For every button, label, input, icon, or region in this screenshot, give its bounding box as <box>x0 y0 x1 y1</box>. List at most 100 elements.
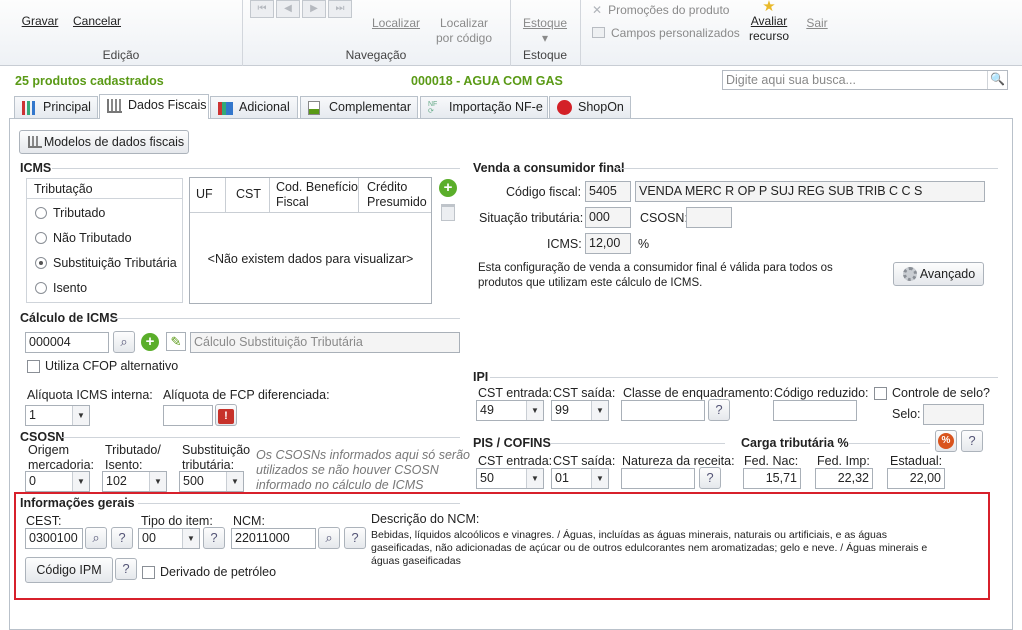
add-icon[interactable]: + <box>439 179 457 197</box>
last-record-icon[interactable]: ⏭ <box>328 0 352 18</box>
warning-shape: ! <box>218 409 234 424</box>
radio-nao-tributado[interactable] <box>35 232 47 244</box>
help-icon[interactable]: ? <box>708 399 730 421</box>
csosn-field[interactable] <box>686 207 732 228</box>
pis-cst-saida-label: CST saída: <box>553 454 616 468</box>
group-edicao-label: Edição <box>102 48 140 62</box>
aliquota-interna-select[interactable]: 1 ▼ <box>25 405 90 426</box>
codigo-fiscal-label: Código fiscal: <box>506 185 582 199</box>
calculo-desc-field[interactable]: Cálculo Substituição Tributária <box>190 332 460 353</box>
pis-cst-saida-select[interactable]: 01 ▼ <box>551 468 609 489</box>
chevron-down-icon: ▼ <box>526 401 543 420</box>
situacao-field[interactable]: 000 <box>585 207 631 228</box>
chevron-down-icon: ▼ <box>72 406 89 425</box>
highlight-box <box>14 492 990 600</box>
icms-uf-table[interactable]: UF CST Cod. Benefício Fiscal Crédito Pre… <box>189 177 432 304</box>
utiliza-cfop-label[interactable]: Utiliza CFOP alternativo <box>45 359 178 373</box>
avaliar-button[interactable]: ★ Avaliar recurso <box>744 0 794 44</box>
tab-dados-fiscais-label: Dados Fiscais <box>128 98 207 112</box>
radio-isento-label[interactable]: Isento <box>53 281 87 295</box>
ipi-cst-entrada-select[interactable]: 49 ▼ <box>476 400 544 421</box>
localizar-codigo-button[interactable]: Localizar por código <box>432 16 496 46</box>
tab-dados-fiscais[interactable]: Dados Fiscais <box>99 94 209 119</box>
tab-principal[interactable]: Principal <box>14 96 98 118</box>
first-record-icon[interactable]: ⏮ <box>250 0 274 18</box>
origem-label-1: Origem <box>28 443 69 457</box>
promocoes-label: Promoções do produto <box>608 3 730 17</box>
calculo-code-field[interactable]: 000004 <box>25 332 109 353</box>
promocoes-button[interactable]: ✕ Promoções do produto <box>592 3 729 18</box>
radio-tributado[interactable] <box>35 207 47 219</box>
classe-field[interactable] <box>621 400 705 421</box>
edit-icon[interactable]: ✎ <box>166 332 186 351</box>
radio-tributado-label[interactable]: Tributado <box>53 206 105 220</box>
save-button[interactable]: Gravar <box>18 14 62 29</box>
column-header-credito[interactable]: Crédito Presumido <box>367 180 429 210</box>
localizar-button[interactable]: Localizar <box>368 16 424 31</box>
column-header-cst[interactable]: CST <box>236 187 261 201</box>
fed-imp-field[interactable]: 22,32 <box>815 468 873 489</box>
campos-button[interactable]: Campos personalizados <box>592 26 740 41</box>
situacao-label: Situação tributária: <box>479 211 584 225</box>
cancel-button[interactable]: Cancelar <box>70 14 124 29</box>
pis-cst-entrada-select[interactable]: 50 ▼ <box>476 468 544 489</box>
tab-importacao-nfe[interactable]: NF ⟳ Importação NF-e <box>420 96 548 118</box>
previous-record-icon[interactable]: ◀ <box>276 0 300 18</box>
star-icon: ★ <box>762 0 776 15</box>
venda-info-line-2: produtos que utilizam este cálculo de IC… <box>478 277 703 289</box>
avancado-button[interactable]: Avançado <box>893 262 984 286</box>
divider <box>111 318 460 319</box>
radio-isento[interactable] <box>35 282 47 294</box>
chevron-down-icon: ▾ <box>541 31 549 45</box>
aliquota-fcp-field[interactable] <box>163 405 213 426</box>
origem-select[interactable]: 0 ▼ <box>25 471 90 492</box>
ipi-cst-saida-select[interactable]: 99 ▼ <box>551 400 609 421</box>
help-icon[interactable]: ? <box>699 467 721 489</box>
tributado-label-2: Isento: <box>105 458 143 472</box>
subst-value: 500 <box>183 474 204 488</box>
modelos-fiscais-button[interactable]: Modelos de dados fiscais <box>19 130 189 154</box>
group-navegacao-label: Navegação <box>345 48 407 62</box>
codigo-fiscal-desc-field[interactable]: VENDA MERC R OP P SUJ REG SUB TRIB C C S <box>635 181 985 202</box>
tab-adicional[interactable]: Adicional <box>210 96 298 118</box>
estadual-field[interactable]: 22,00 <box>887 468 945 489</box>
help-icon[interactable]: ? <box>961 430 983 452</box>
cloud-icon <box>557 100 572 115</box>
fed-nac-label: Fed. Nac: <box>744 454 799 468</box>
icms-field[interactable]: 12,00 <box>585 233 631 254</box>
subst-select[interactable]: 500 ▼ <box>179 471 244 492</box>
subst-label-2: tributária: <box>182 458 235 472</box>
icms-section-title: ICMS <box>20 161 52 175</box>
tributado-select[interactable]: 102 ▼ <box>102 471 167 492</box>
tab-complementar[interactable]: Complementar <box>300 96 418 118</box>
pis-cst-entrada-label: CST entrada: <box>478 454 553 468</box>
search-icon[interactable]: 🔍 <box>987 71 1007 89</box>
radio-nao-tributado-label[interactable]: Não Tributado <box>53 231 132 245</box>
icms-label: ICMS: <box>547 237 582 251</box>
add-icon[interactable]: + <box>141 333 159 351</box>
codigo-fiscal-field[interactable]: 5405 <box>585 181 631 202</box>
next-record-icon[interactable]: ▶ <box>302 0 326 18</box>
column-header-beneficio[interactable]: Cod. Benefício Fiscal <box>276 180 358 210</box>
ipi-cst-entrada-label: CST entrada: <box>478 386 553 400</box>
aliquota-fcp-label: Alíquota de FCP diferenciada: <box>163 388 330 402</box>
trash-icon[interactable] <box>441 204 455 221</box>
column-header-uf[interactable]: UF <box>196 187 213 201</box>
utiliza-cfop-checkbox[interactable] <box>27 360 40 373</box>
fed-nac-field[interactable]: 15,71 <box>743 468 801 489</box>
radio-substituicao-label[interactable]: Substituição Tributária <box>53 256 177 270</box>
selo-field[interactable] <box>923 404 984 425</box>
controle-selo-label[interactable]: Controle de selo? <box>892 386 990 400</box>
warning-icon[interactable]: ! <box>215 404 237 426</box>
table-empty-message: <Não existem dados para visualizar> <box>207 252 414 266</box>
sair-button[interactable]: Sair <box>800 16 834 31</box>
codigo-reduzido-field[interactable] <box>773 400 857 421</box>
tab-shopon[interactable]: ShopOn <box>549 96 631 118</box>
search-icon[interactable]: ⌕ <box>113 331 135 353</box>
search-input[interactable]: Digite aqui sua busca... <box>722 70 1008 90</box>
percent-calc-icon[interactable]: % <box>935 430 957 452</box>
controle-selo-checkbox[interactable] <box>874 387 887 400</box>
estoque-button[interactable]: Estoque ▾ <box>518 16 572 46</box>
natureza-field[interactable] <box>621 468 695 489</box>
radio-substituicao[interactable] <box>35 257 47 269</box>
